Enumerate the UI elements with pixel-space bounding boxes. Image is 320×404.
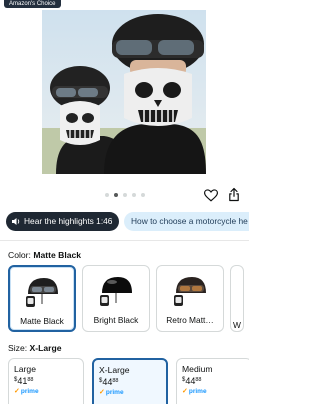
prime-label: prime (188, 387, 207, 395)
how-to-choose-chip[interactable]: How to choose a motorcycle he (124, 212, 249, 231)
hear-highlights-label: Hear the highlights 1:46 (24, 216, 113, 226)
pagination-dot[interactable] (131, 193, 136, 197)
pagination-dot[interactable] (140, 193, 145, 197)
size-label: Size: (8, 343, 28, 353)
size-selected-value: X-Large (29, 343, 62, 353)
helmet-thumbnail (26, 278, 58, 307)
color-option-retro-matte[interactable]: Retro Matt… (156, 265, 224, 332)
color-option-label: Bright Black (93, 315, 139, 325)
section-divider (0, 240, 249, 241)
size-option-price: $ 44 88 (182, 376, 247, 386)
size-option-list: Large $ 41 88 ✓ prime X-Large $ 44 88 ✓ … (8, 358, 249, 404)
pagination-dot[interactable] (122, 193, 127, 197)
prime-label: prime (20, 387, 39, 395)
price-whole: 44 (102, 377, 113, 387)
size-option-large[interactable]: Large $ 41 88 ✓ prime (8, 358, 84, 404)
size-selection-label: Size: X-Large (8, 343, 62, 353)
hear-highlights-chip[interactable]: Hear the highlights 1:46 (6, 212, 119, 231)
prime-badge: ✓ prime (14, 387, 79, 396)
product-image[interactable] (42, 10, 206, 174)
color-selected-value: Matte Black (33, 250, 82, 260)
helmet-thumbnail (100, 277, 132, 306)
pagination-dot[interactable] (104, 193, 109, 197)
color-selection-label: Color: Matte Black (8, 250, 81, 260)
size-option-label: X-Large (99, 365, 130, 375)
prime-check-icon: ✓ (14, 388, 20, 395)
color-swatch-list: Matte Black Bright Black Retro Matt… W (8, 265, 249, 332)
size-option-label: Medium (182, 364, 213, 374)
color-option-matte-black[interactable]: Matte Black (8, 265, 76, 332)
prime-badge: ✓ prime (99, 388, 162, 397)
color-option-label: Matte Black (20, 316, 64, 326)
helmet-thumbnail (174, 277, 206, 306)
size-option-price: $ 41 88 (14, 376, 79, 386)
price-cents: 88 (27, 377, 34, 383)
speaker-icon (12, 218, 20, 225)
color-label: Color: (8, 250, 31, 260)
price-whole: 44 (185, 376, 196, 386)
pagination-dot-active[interactable] (113, 193, 118, 197)
color-option-partial[interactable]: W (230, 265, 244, 332)
heart-icon (204, 188, 218, 202)
color-option-label: W (233, 320, 241, 330)
how-to-choose-label: How to choose a motorcycle he (131, 216, 248, 226)
color-option-bright-black[interactable]: Bright Black (82, 265, 150, 332)
share-icon (229, 187, 239, 201)
color-option-label: Retro Matt… (166, 315, 214, 325)
favorite-button[interactable] (203, 187, 219, 203)
price-whole: 41 (17, 376, 28, 386)
size-option-price: $ 44 88 (99, 377, 162, 387)
size-option-medium[interactable]: Medium $ 44 88 ✓ prime (176, 358, 249, 404)
amazons-choice-badge: Amazon's Choice (4, 0, 61, 8)
prime-check-icon: ✓ (99, 389, 105, 396)
prime-check-icon: ✓ (182, 388, 188, 395)
product-photo (42, 10, 206, 174)
share-button[interactable] (226, 186, 242, 202)
price-cents: 88 (195, 377, 202, 383)
price-cents: 88 (112, 378, 119, 384)
size-option-label: Large (14, 364, 36, 374)
prime-label: prime (105, 388, 124, 396)
size-option-x-large[interactable]: X-Large $ 44 88 ✓ prime (92, 358, 168, 404)
prime-badge: ✓ prime (182, 387, 247, 396)
